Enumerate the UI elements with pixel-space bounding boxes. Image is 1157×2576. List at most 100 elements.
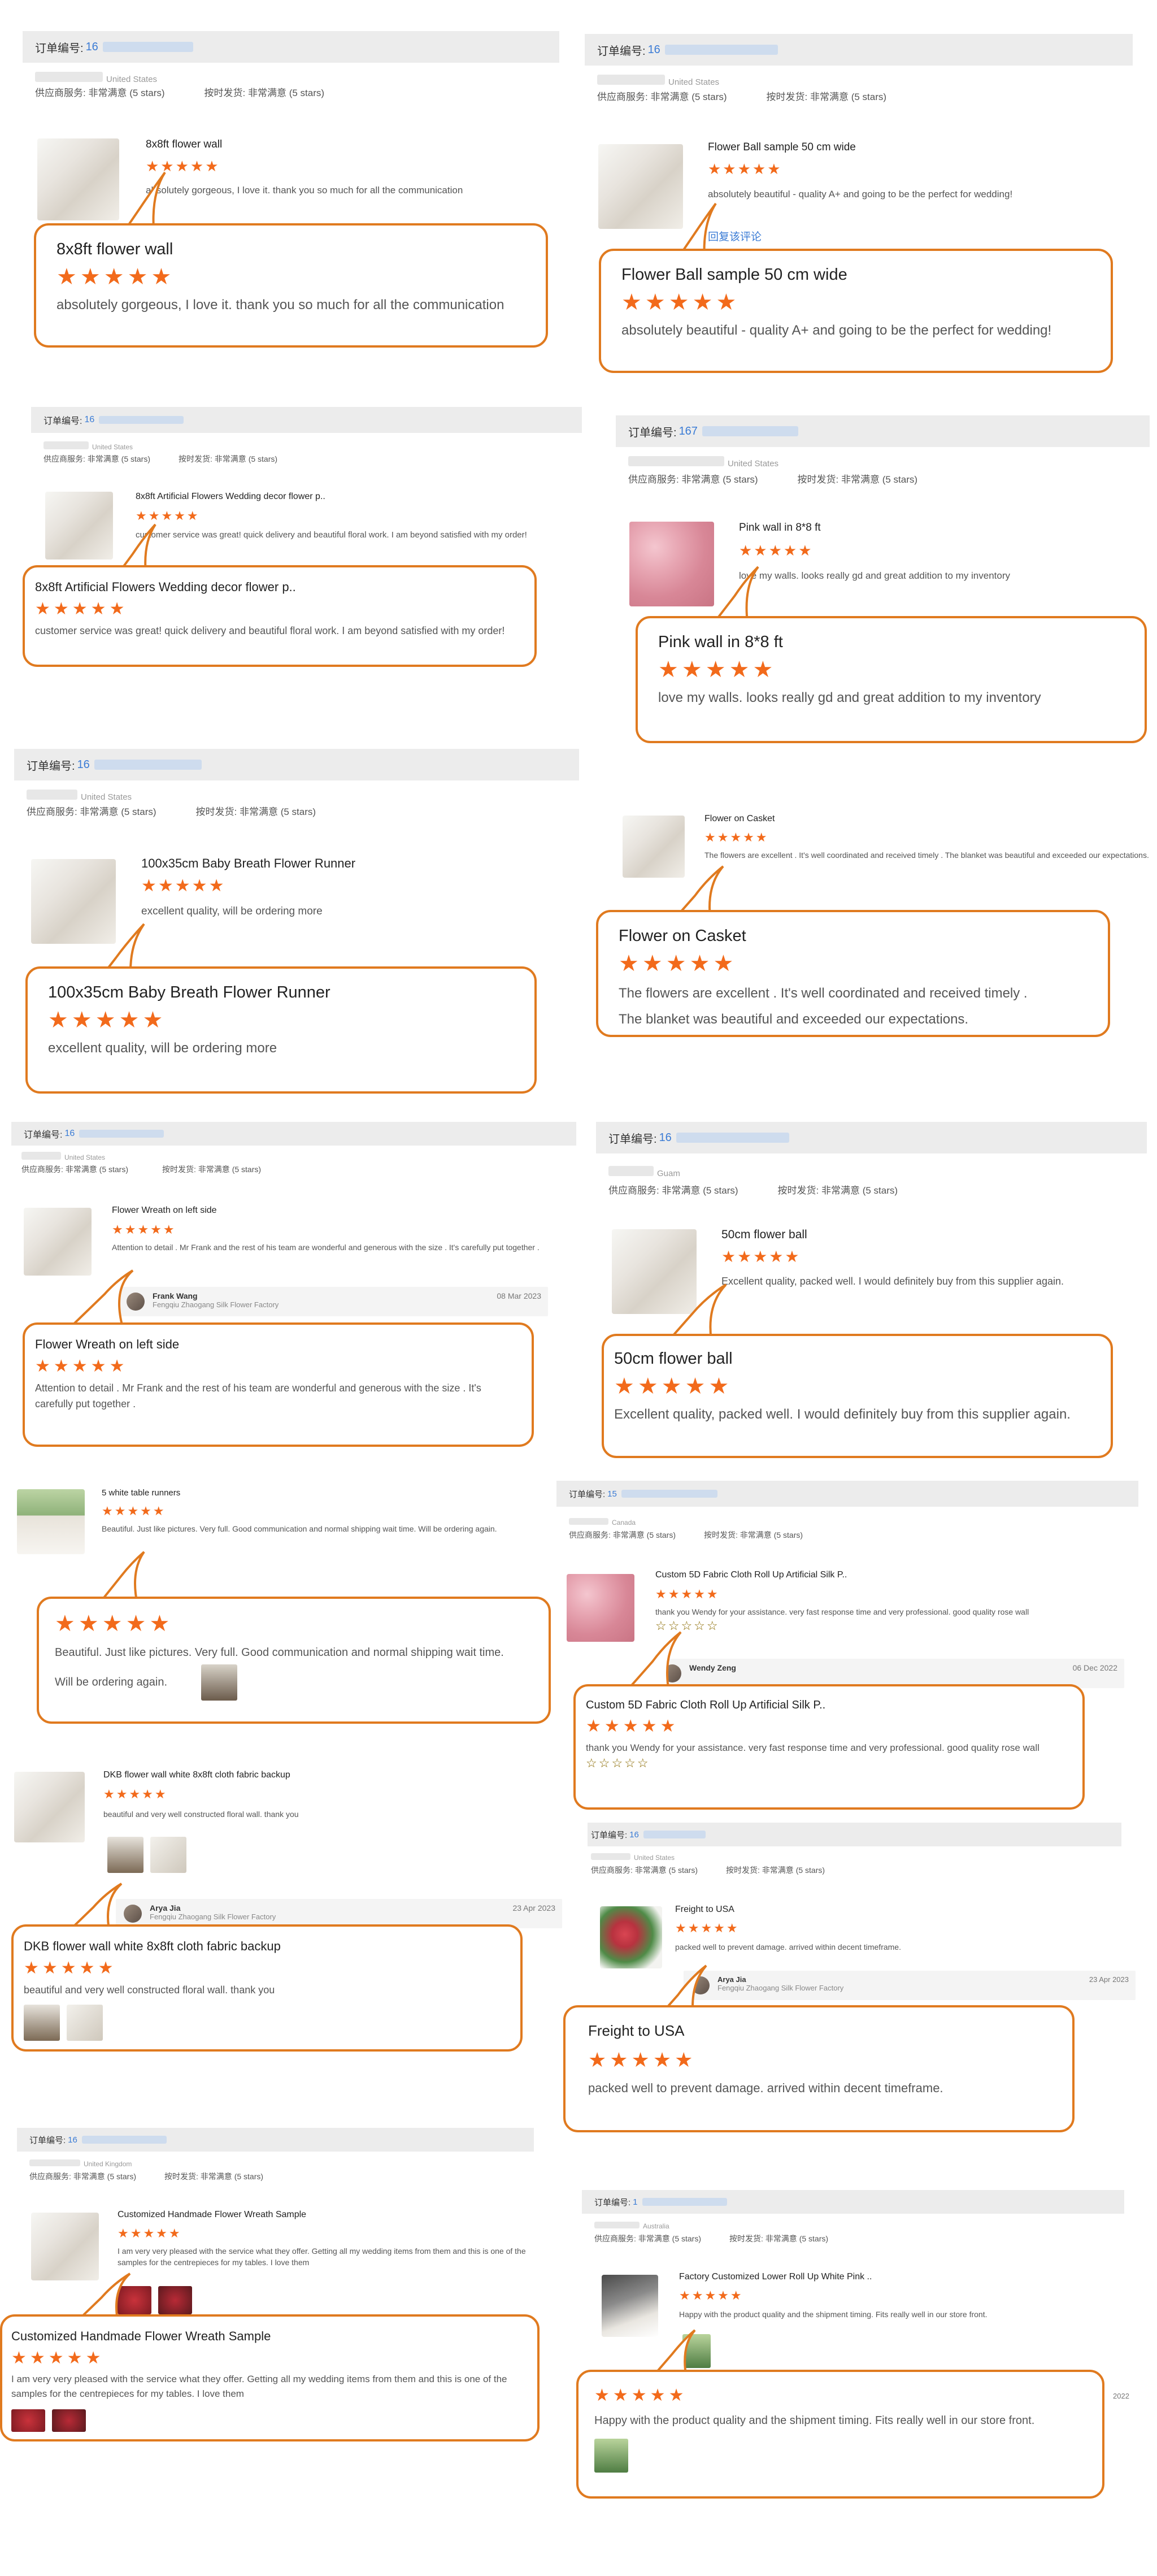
review-photo[interactable] [11, 2409, 45, 2432]
callout-title: 8x8ft Artificial Flowers Wedding decor f… [35, 580, 296, 594]
review-text: Attention to detail . Mr Frank and the r… [112, 1243, 540, 1252]
order-number[interactable]: 167 [679, 425, 698, 438]
supplier-ratings: 供应商服务: 非常满意 (5 stars) 按时发货: 非常满意 (5 stars… [29, 2172, 264, 2181]
order-number[interactable]: 16 [659, 1131, 672, 1144]
highlight-callout: DKB flower wall white 8x8ft cloth fabric… [11, 1924, 523, 2052]
review-text: Beautiful. Just like pictures. Very full… [102, 1524, 497, 1533]
reply-date: 08 Mar 2023 [497, 1291, 541, 1300]
callout-title: Custom 5D Fabric Cloth Roll Up Artificia… [586, 1699, 826, 1711]
order-number-bar: 订单编号: 16 [596, 1122, 1147, 1153]
review-text: absolutely beautiful - quality A+ and go… [708, 189, 1013, 200]
supplier-ratings: 供应商服务: 非常满意 (5 stars) 按时发货: 非常满意 (5 stars… [628, 474, 918, 485]
product-title[interactable]: Pink wall in 8*8 ft [739, 522, 821, 534]
product-title[interactable]: 8x8ft Artificial Flowers Wedding decor f… [136, 492, 325, 502]
review-photo[interactable] [201, 1664, 237, 1701]
reply-author: Frank Wang [153, 1291, 198, 1300]
callout-text: love my walls. looks really gd and great… [658, 690, 1041, 705]
rating-stars: ★★★★★ [708, 161, 782, 177]
product-title[interactable]: 50cm flower ball [721, 1228, 807, 1242]
rating-stars: ★★★★★ [103, 1787, 168, 1801]
review-text: Happy with the product quality and the s… [679, 2310, 988, 2319]
callout-text-line: The blanket was beautiful and exceeded o… [619, 1012, 969, 1027]
redacted-order-id [79, 1130, 164, 1138]
callout-title: Customized Handmade Flower Wreath Sample [11, 2329, 271, 2343]
highlight-callout: Custom 5D Fabric Cloth Roll Up Artificia… [573, 1684, 1085, 1810]
rating-stars: ★★★★★ [675, 1921, 740, 1935]
order-number[interactable]: 16 [648, 44, 660, 57]
review-photo[interactable] [107, 1837, 143, 1873]
order-number[interactable]: 16 [86, 41, 98, 54]
product-title[interactable]: Factory Customized Lower Roll Up White P… [679, 2272, 872, 2282]
product-title[interactable]: Flower on Casket [704, 814, 775, 824]
order-number[interactable]: 1 [633, 2197, 637, 2207]
review-photo[interactable] [594, 2439, 628, 2473]
review-photo[interactable] [158, 2286, 193, 2314]
redacted-order-id [642, 2198, 727, 2206]
callout-text: beautiful and very well constructed flor… [24, 1984, 275, 1996]
product-image[interactable] [17, 1489, 85, 1554]
rating-stars: ★★★★★ [141, 877, 226, 895]
product-title[interactable]: 8x8ft flower wall [146, 138, 222, 151]
review-photo[interactable] [150, 1837, 187, 1873]
callout-stars: ★★★★★ [614, 1374, 733, 1399]
reply-date: 2022 [1113, 2392, 1129, 2400]
highlight-callout: Freight to USA ★★★★★ packed well to prev… [563, 2005, 1075, 2132]
order-number[interactable]: 16 [629, 1830, 639, 1840]
review-text: Excellent quality, packed well. I would … [721, 1276, 1064, 1287]
product-title[interactable]: DKB flower wall white 8x8ft cloth fabric… [103, 1770, 290, 1780]
callout-text: Happy with the product quality and the s… [594, 2414, 1035, 2427]
callout-tail [69, 1269, 134, 1328]
callout-stars: ★★★★★ [594, 2386, 688, 2405]
rating-stars: ★★★★★ [102, 1504, 166, 1518]
callout-title: 50cm flower ball [614, 1350, 733, 1368]
review-text: absolutely gorgeous, I love it. thank yo… [146, 185, 463, 196]
callout-text: I am very very pleased with the service … [11, 2374, 507, 2399]
review-card: Flower on Casket ★★★★★ The flowers are e… [593, 805, 1157, 1043]
product-title[interactable]: Custom 5D Fabric Cloth Roll Up Artificia… [655, 1570, 847, 1580]
order-label: 订单编号: [608, 1133, 657, 1146]
product-title[interactable]: Flower Wreath on left side [112, 1205, 217, 1216]
supplier-ratings: 供应商服务: 非常满意 (5 stars) 按时发货: 非常满意 (5 stars… [44, 454, 278, 463]
callout-title: 8x8ft flower wall [56, 240, 173, 258]
callout-title: 100x35cm Baby Breath Flower Runner [48, 983, 330, 1001]
order-number-bar: 订单编号: 16 [585, 34, 1133, 66]
product-title[interactable]: Customized Handmade Flower Wreath Sample [118, 2210, 306, 2220]
order-number[interactable]: 16 [64, 1129, 75, 1139]
order-number[interactable]: 16 [77, 758, 90, 771]
product-title[interactable]: 5 white table runners [102, 1488, 180, 1498]
order-number-bar: 订单编号: 16 [11, 1122, 576, 1146]
order-label: 订单编号: [597, 45, 646, 58]
reply-company: Fengqiu Zhaogang Silk Flower Factory [150, 1913, 276, 1921]
order-label: 订单编号: [44, 417, 82, 426]
review-photo[interactable] [52, 2409, 86, 2432]
product-image[interactable] [14, 1772, 85, 1842]
review-photo[interactable] [67, 2005, 103, 2041]
order-label: 订单编号: [569, 1489, 606, 1499]
review-text: beautiful and very well constructed flor… [103, 1810, 299, 1819]
product-image[interactable] [24, 1208, 92, 1276]
order-number[interactable]: 16 [84, 415, 94, 425]
highlight-callout: Flower on Casket ★★★★★ The flowers are e… [596, 910, 1110, 1037]
review-card: 订单编号: 16 United States 供应商服务: 非常满意 (5 st… [563, 1823, 1138, 2136]
sub-rating-stars: ☆☆☆☆☆ [586, 1756, 650, 1770]
product-title[interactable]: Flower Ball sample 50 cm wide [708, 141, 856, 154]
buyer-location: United States [35, 72, 157, 86]
product-image[interactable] [600, 1906, 662, 1968]
order-label: 订单编号: [29, 2135, 66, 2145]
order-number-bar: 订单编号: 1 [582, 2190, 1124, 2214]
review-photo[interactable] [24, 2005, 60, 2041]
redacted-order-id [664, 45, 778, 55]
rating-stars: ★★★★★ [655, 1587, 720, 1601]
product-title[interactable]: 100x35cm Baby Breath Flower Runner [141, 856, 355, 871]
order-number[interactable]: 16 [68, 2135, 77, 2145]
callout-text-line: The flowers are excellent . It's well co… [619, 986, 1028, 1001]
review-photos [107, 1837, 191, 1873]
callout-text: The flowers are excellent . It's well co… [619, 981, 1088, 1033]
buyer-location: United Kingdom [29, 2157, 132, 2171]
order-number[interactable]: 15 [607, 1489, 617, 1499]
product-title[interactable]: Freight to USA [675, 1905, 734, 1915]
review-card: 订单编号: 16 United States 供应商服务: 非常满意 (5 st… [23, 31, 559, 353]
redacted-order-id [621, 1490, 717, 1498]
review-card: 5 white table runners ★★★★★ Beautiful. J… [14, 1484, 568, 1727]
callout-stars: ★★★★★ [35, 600, 128, 618]
